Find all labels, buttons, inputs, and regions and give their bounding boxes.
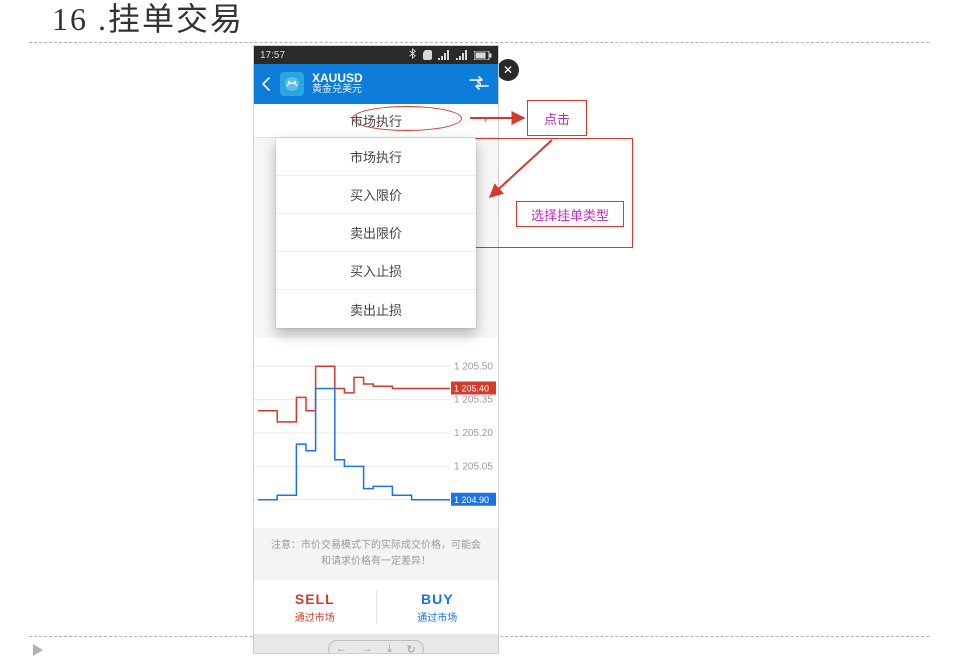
annotation-box-click: 点击 xyxy=(527,100,587,136)
symbol-subtitle: 黄金兑美元 xyxy=(312,85,363,96)
popup-item-buy-limit[interactable]: 买入限价 xyxy=(276,176,476,214)
divider-top xyxy=(29,42,929,43)
price-chart: 1 205.50 1 205.35 1 205.20 1 205.05 1 204.90… xyxy=(254,338,498,528)
annotation-box-select-type: 选择挂单类型 xyxy=(516,201,624,227)
statusbar: 17:57 xyxy=(254,46,498,64)
annotation-select-type-label: 选择挂单类型 xyxy=(531,205,609,224)
swap-button[interactable]: $ xyxy=(468,75,490,94)
popup-item-sell-stop[interactable]: 卖出止损 xyxy=(276,290,476,328)
phone-frame: 17:57 XAUUSD xyxy=(254,46,498,653)
order-type-popup: 市场执行 买入限价 卖出限价 买入止损 卖出止损 xyxy=(276,138,476,328)
signal-icon xyxy=(456,50,468,60)
annotation-ellipse-order-row xyxy=(352,106,462,131)
close-button[interactable]: ✕ xyxy=(497,59,519,81)
app-icon xyxy=(280,72,304,96)
chevron-left-icon xyxy=(262,77,270,91)
popup-item-buy-stop[interactable]: 买入止损 xyxy=(276,252,476,290)
svg-text:1 205.40: 1 205.40 xyxy=(454,384,489,394)
app-bar: XAUUSD 黄金兑美元 $ xyxy=(254,64,498,104)
popup-item-label: 卖出限价 xyxy=(350,223,402,242)
disclaimer-note: 注意：市价交易模式下的实际成交价格，可能会和请求价格有一定差异！ xyxy=(254,528,498,580)
back-button[interactable] xyxy=(262,77,272,91)
popup-item-label: 卖出止损 xyxy=(350,300,402,319)
chevron-down-icon: ▾ xyxy=(483,115,488,126)
popup-item-label: 买入止损 xyxy=(350,261,402,280)
status-time: 17:57 xyxy=(260,50,285,61)
annotation-click-label: 点击 xyxy=(544,109,570,128)
popup-item-sell-limit[interactable]: 卖出限价 xyxy=(276,214,476,252)
svg-text:1 205.50: 1 205.50 xyxy=(454,361,493,372)
svg-text:1 205.20: 1 205.20 xyxy=(454,428,493,439)
svg-text:1 205.35: 1 205.35 xyxy=(454,395,493,406)
trade-actions: SELL 通过市场 BUY 通过市场 xyxy=(254,580,498,634)
page-number: 16 . xyxy=(52,1,108,37)
nav-reload-icon[interactable]: ↻ xyxy=(407,643,416,654)
nav-download-icon[interactable]: ⤓ xyxy=(387,643,392,654)
buy-label: BUY xyxy=(421,591,454,607)
popup-item-label: 市场执行 xyxy=(350,147,402,166)
svg-text:$: $ xyxy=(476,79,482,88)
nav-pill: ← → ⤓ ↻ xyxy=(328,640,424,653)
buy-sub: 通过市场 xyxy=(417,609,457,624)
play-triangle-icon xyxy=(33,644,43,656)
annotation-box-popup-area xyxy=(475,138,633,248)
battery-icon xyxy=(474,51,492,60)
signal-icon xyxy=(438,50,450,60)
popup-item-market[interactable]: 市场执行 xyxy=(276,138,476,176)
swap-icon: $ xyxy=(468,75,490,91)
nav-back-icon[interactable]: ← xyxy=(336,643,347,653)
sell-sub: 通过市场 xyxy=(295,609,335,624)
bluetooth-icon xyxy=(409,48,417,62)
sell-label: SELL xyxy=(295,591,335,607)
popup-item-label: 买入限价 xyxy=(350,185,402,204)
close-icon: ✕ xyxy=(503,64,513,76)
browser-navbar: ← → ⤓ ↻ xyxy=(254,634,498,653)
svg-text:1 205.05: 1 205.05 xyxy=(454,461,493,472)
page-title-text: 挂单交易 xyxy=(108,1,244,37)
page-title: 16 .挂单交易 xyxy=(52,0,244,40)
svg-text:1 204.90: 1 204.90 xyxy=(454,495,489,505)
buy-button[interactable]: BUY 通过市场 xyxy=(377,580,499,634)
sim-icon xyxy=(423,50,432,60)
sell-button[interactable]: SELL 通过市场 xyxy=(254,580,376,634)
nav-forward-icon[interactable]: → xyxy=(362,643,373,653)
